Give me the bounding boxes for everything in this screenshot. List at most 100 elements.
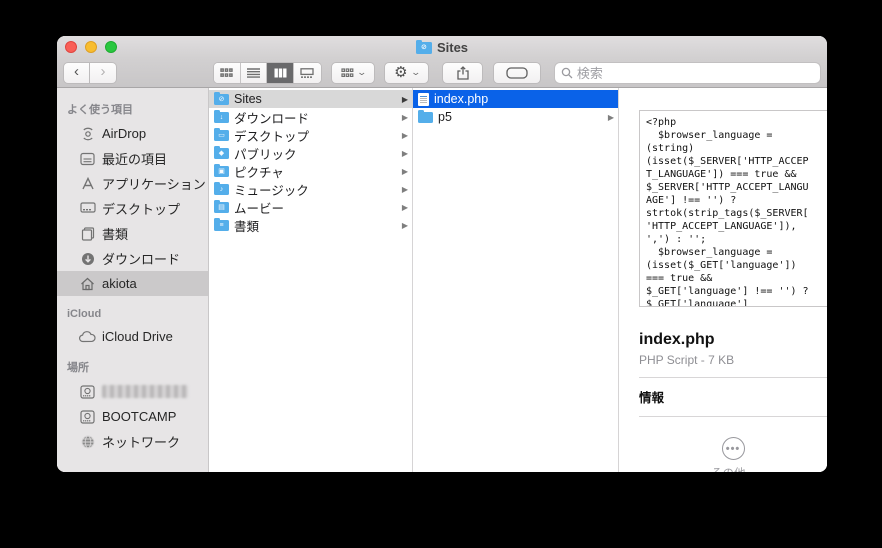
action-dropdown[interactable]: ⚙ ⌄ (384, 62, 429, 84)
pictures-folder-icon: ▣ (214, 166, 229, 177)
more-ellipsis-icon: ••• (722, 437, 745, 460)
zoom-window-button[interactable] (105, 41, 117, 53)
folder-row-pictures[interactable]: ▣ ピクチャ ▶ (209, 162, 412, 180)
disk-icon (79, 408, 96, 425)
documents-icon (79, 225, 96, 242)
desktop-icon (79, 200, 96, 217)
folder-row-movies[interactable]: ▤ ムービー ▶ (209, 198, 412, 216)
gallery-view-icon (300, 68, 314, 78)
sidebar-item-desktop[interactable]: デスクトップ (57, 196, 208, 221)
column-view-button[interactable] (267, 63, 294, 83)
folder-row-p5[interactable]: p5 ▶ (413, 108, 618, 126)
preview-file-name: index.php (639, 331, 827, 349)
network-icon (79, 433, 96, 450)
forward-button[interactable]: › (90, 62, 117, 84)
sidebar-item-recents[interactable]: 最近の項目 (57, 146, 208, 171)
chevron-right-icon: ▶ (608, 113, 614, 122)
view-mode-segmented-control (213, 62, 322, 84)
sidebar-item-network[interactable]: ネットワーク (57, 429, 208, 454)
forward-chevron-icon: › (101, 64, 106, 79)
navigation-buttons: ‹ › (63, 62, 117, 84)
sidebar-item-icloud-drive[interactable]: iCloud Drive (57, 324, 208, 349)
public-folder-icon: ◆ (214, 148, 229, 159)
chevron-down-icon: ⌄ (410, 67, 421, 78)
folder-row-downloads[interactable]: ↓ ダウンロード ▶ (209, 108, 412, 126)
window-controls (65, 41, 117, 53)
sidebar-section-locations: 場所 (57, 359, 208, 379)
search-input[interactable]: 検索 (554, 62, 821, 84)
sidebar: よく使う項目 AirDrop 最近の項目 アプリケーション デスクトップ (57, 88, 209, 472)
sidebar-item-documents[interactable]: 書類 (57, 221, 208, 246)
group-by-icon (341, 68, 354, 78)
applications-icon (79, 175, 96, 192)
preview-info-header: 情報 (639, 387, 827, 406)
finder-content: よく使う項目 AirDrop 最近の項目 アプリケーション デスクトップ (57, 88, 827, 472)
search-placeholder: 検索 (577, 63, 603, 82)
list-view-icon (247, 68, 260, 78)
share-icon (457, 66, 469, 80)
sites-folder-icon: ⊘ (416, 42, 432, 54)
php-file-icon (418, 93, 429, 106)
folder-row-music[interactable]: ♪ ミュージック ▶ (209, 180, 412, 198)
cloud-icon (79, 328, 96, 345)
sidebar-item-disk-redacted[interactable] (57, 379, 208, 404)
sidebar-section-icloud: iCloud (57, 308, 208, 324)
chevron-right-icon: ▶ (402, 203, 408, 212)
p5-folder-icon (418, 112, 433, 123)
redacted-disk-name (102, 385, 188, 398)
close-window-button[interactable] (65, 41, 77, 53)
chevron-down-icon: ⌄ (356, 67, 367, 78)
sidebar-item-applications[interactable]: アプリケーション (57, 171, 208, 196)
desktop-background: ⊘ Sites ‹ › (0, 0, 882, 548)
toolbar: ‹ › (57, 58, 827, 88)
icon-view-icon (220, 68, 233, 78)
sidebar-item-bootcamp[interactable]: BOOTCAMP (57, 404, 208, 429)
downloads-folder-icon: ↓ (214, 112, 229, 123)
window-title: ⊘ Sites (416, 40, 468, 55)
show-more-label: その他... (711, 465, 755, 472)
tag-icon (506, 67, 528, 79)
tag-button[interactable] (493, 62, 540, 84)
chevron-right-icon: ▶ (402, 149, 408, 158)
back-button[interactable]: ‹ (63, 62, 90, 84)
divider (639, 377, 827, 378)
title-bar[interactable]: ⊘ Sites (57, 36, 827, 58)
column-folders: ⊘ Sites ▶ ↓ ダウンロード ▶ ▭ デスクトップ ▶ ◆ パブリック (209, 88, 413, 472)
list-view-button[interactable] (241, 63, 268, 83)
window-title-text: Sites (437, 40, 468, 55)
column-view-icon (274, 68, 287, 78)
sidebar-item-downloads[interactable]: ダウンロード (57, 246, 208, 271)
gallery-view-button[interactable] (294, 63, 321, 83)
sidebar-item-airdrop[interactable]: AirDrop (57, 121, 208, 146)
share-button[interactable] (442, 62, 484, 84)
search-icon (561, 67, 573, 79)
file-row-index-php[interactable]: index.php (413, 90, 618, 108)
chevron-right-icon: ▶ (402, 131, 408, 140)
chevron-right-icon: ▶ (402, 113, 408, 122)
folder-row-sites[interactable]: ⊘ Sites ▶ (209, 90, 412, 108)
column-files: index.php p5 ▶ (413, 88, 619, 472)
downloads-icon (79, 250, 96, 267)
sites-folder-icon: ⊘ (214, 94, 229, 105)
home-icon (79, 275, 96, 292)
minimize-window-button[interactable] (85, 41, 97, 53)
code-preview-thumbnail[interactable]: <?php $browser_language = (string) (isse… (639, 110, 827, 307)
show-more-button[interactable]: ••• その他... (639, 437, 827, 472)
sidebar-item-home-akiota[interactable]: akiota (57, 271, 208, 296)
folder-row-public[interactable]: ◆ パブリック ▶ (209, 144, 412, 162)
back-chevron-icon: ‹ (74, 64, 79, 79)
preview-pane: <?php $browser_language = (string) (isse… (619, 88, 827, 472)
icon-view-button[interactable] (214, 63, 241, 83)
group-by-dropdown[interactable]: ⌄ (331, 62, 376, 84)
movies-folder-icon: ▤ (214, 202, 229, 213)
folder-row-desktop[interactable]: ▭ デスクトップ ▶ (209, 126, 412, 144)
music-folder-icon: ♪ (214, 184, 229, 195)
preview-file-meta: PHP Script - 7 KB (639, 353, 827, 367)
airdrop-icon (79, 125, 96, 142)
sidebar-section-favorites: よく使う項目 (57, 101, 208, 121)
chevron-right-icon: ▶ (402, 185, 408, 194)
folder-row-documents[interactable]: ≡ 書類 ▶ (209, 216, 412, 234)
chevron-right-icon: ▶ (402, 167, 408, 176)
chevron-right-icon: ▶ (402, 95, 408, 104)
chevron-right-icon: ▶ (402, 221, 408, 230)
